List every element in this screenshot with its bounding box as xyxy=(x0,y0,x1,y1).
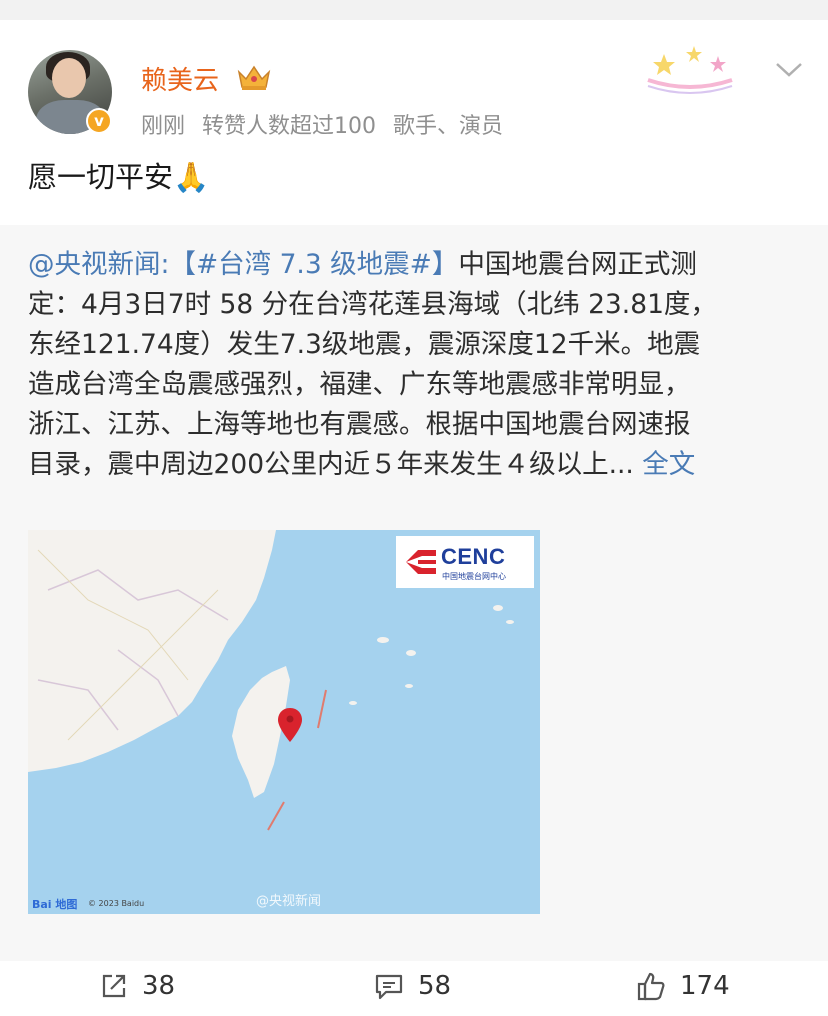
post-content: 愿一切平安🙏 xyxy=(28,160,210,194)
comment-count: 58 xyxy=(418,971,452,1001)
reposted-post[interactable]: @央视新闻:【#台湾 7.3 级地震#】中国地震台网正式测 定：4月3日7时 5… xyxy=(0,225,828,961)
action-bar: 38 58 174 xyxy=(0,961,828,1016)
reposted-text: @央视新闻:【#台湾 7.3 级地震#】中国地震台网正式测 定：4月3日7时 5… xyxy=(28,245,798,485)
hashtag-link[interactable]: #台湾 7.3 级地震# xyxy=(196,249,432,280)
comment-button[interactable]: 58 xyxy=(374,971,451,1001)
full-text-link[interactable]: 全文 xyxy=(642,449,695,480)
baidu-map-logo: Bai 地图 xyxy=(32,898,78,911)
repost-threshold-note: 转赞人数超过100 xyxy=(202,114,377,139)
taiwan-island xyxy=(232,666,290,798)
repost-line: 浙江、江苏、上海等地也有震感。根据中国地震台网速报 xyxy=(28,409,691,440)
island xyxy=(406,650,416,656)
fault-line xyxy=(317,689,327,729)
comment-icon xyxy=(375,974,403,1000)
avatar-face xyxy=(52,58,86,98)
cenc-logo-subtext: 中国地震台网中心 xyxy=(442,572,506,581)
map-copyright: © 2023 Baidu xyxy=(88,899,145,908)
earthquake-map-image[interactable]: CENC 中国地震台网中心 @央视新闻 Bai 地图 © 2023 Baidu xyxy=(28,530,540,914)
repost-line: 定：4月3日7时 58 分在台湾花莲县海域（北纬 23.81度， xyxy=(28,289,717,320)
share-count: 38 xyxy=(142,971,176,1001)
chevron-down-icon[interactable] xyxy=(774,60,804,80)
repost-line: 中国地震台网正式测 xyxy=(458,249,697,280)
cenc-logo-text: CENC xyxy=(441,544,506,569)
island xyxy=(349,701,357,705)
repost-line: 东经121.74度）发生7.3级地震，震源深度12千米。地震 xyxy=(28,329,701,360)
crown-icon[interactable] xyxy=(236,62,272,92)
thumbs-up-icon xyxy=(637,972,665,1001)
fault-line xyxy=(267,801,285,831)
verified-badge-icon: v xyxy=(86,108,112,134)
island xyxy=(377,637,389,643)
weibo-watermark: @央视新闻 xyxy=(256,894,322,909)
island xyxy=(405,684,413,688)
hashtag-bracket-open: 【 xyxy=(169,249,196,280)
island xyxy=(493,605,503,611)
author-name[interactable]: 赖美云 xyxy=(141,60,219,97)
like-count: 174 xyxy=(680,971,730,1001)
post-meta: 刚刚 转赞人数超过100 歌手、演员 xyxy=(141,108,513,140)
cenc-logo-mark xyxy=(406,550,436,574)
island xyxy=(506,620,514,624)
share-icon xyxy=(102,974,126,998)
author-profession: 歌手、演员 xyxy=(393,114,504,139)
weibo-post-card: v 赖美云 刚刚 转赞人数超过100 歌手、演员 愿一切平安🙏 @央视新闻:【#… xyxy=(0,20,828,1016)
hashtag-bracket-close: 】 xyxy=(431,249,459,280)
epicenter-marker-icon xyxy=(278,708,302,742)
like-button[interactable]: 174 xyxy=(636,971,730,1001)
repost-line: 造成台湾全岛震感强烈，福建、广东等地震感非常明显， xyxy=(28,369,691,400)
share-button[interactable]: 38 xyxy=(100,971,175,1001)
source-mention[interactable]: @央视新闻: xyxy=(28,249,169,280)
repost-line: 目录，震中周边200公里内近５年来发生４级以上... xyxy=(28,449,634,480)
decoration-sticker-icon xyxy=(647,46,733,94)
post-timestamp: 刚刚 xyxy=(141,114,186,139)
cenc-logo: CENC 中国地震台网中心 xyxy=(396,536,534,588)
